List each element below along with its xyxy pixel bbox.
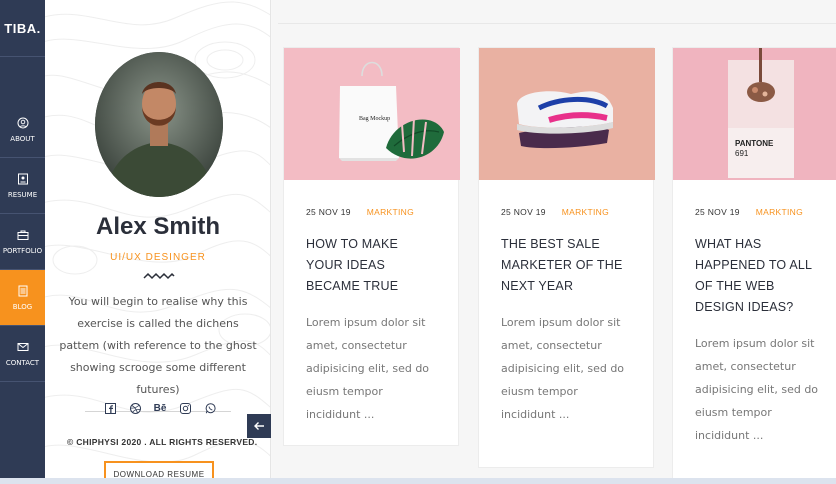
blog-card-image[interactable] (479, 48, 655, 180)
blog-main: Bag Mockup 25 NOV 19 MARKTING HOW TO MAK… (272, 0, 836, 484)
avatar (95, 52, 223, 197)
blog-card-image[interactable]: PANTONE 691 (673, 48, 836, 180)
post-excerpt: Lorem ipsum dolor sit amet, consectetur … (501, 316, 625, 421)
nav-item-about[interactable]: ABOUT (0, 102, 45, 158)
facebook-icon[interactable] (103, 401, 117, 415)
post-date: 25 NOV 19 (306, 207, 351, 217)
page: TIBA. ABOUT RESUME PORTFOLIO BLOG CONTAC… (0, 0, 836, 484)
post-title[interactable]: WHAT HAS HAPPENED TO ALL OF THE WEB DESI… (695, 234, 825, 318)
nav-item-blog[interactable]: BLOG (0, 270, 45, 326)
zigzag-divider (143, 272, 175, 280)
document-icon (18, 285, 27, 296)
post-category[interactable]: MARKTING (562, 207, 609, 217)
profile-bio: You will begin to realise why this exerc… (59, 295, 257, 396)
nav-label-resume: RESUME (7, 190, 38, 199)
post-title[interactable]: HOW TO MAKE YOUR IDEAS BECAME TRUE (306, 234, 436, 297)
nav-label-portfolio: PORTFOLIO (2, 246, 43, 255)
nav-label-contact: CONTACT (5, 358, 40, 367)
post-excerpt: Lorem ipsum dolor sit amet, consectetur … (306, 316, 430, 421)
post-category[interactable]: MARKTING (367, 207, 414, 217)
instagram-icon[interactable] (178, 401, 192, 415)
whatsapp-icon[interactable] (203, 401, 217, 415)
arrow-left-icon (254, 422, 264, 430)
dribbble-icon[interactable] (128, 401, 142, 415)
brand-logo[interactable]: TIBA. (0, 0, 45, 57)
copyright-text: © CHIPHYSI 2020 . ALL RIGHTS RESERVED. (67, 437, 258, 447)
nav-item-contact[interactable]: CONTACT (0, 326, 45, 382)
post-title[interactable]: THE BEST SALE MARKETER OF THE NEXT YEAR (501, 234, 631, 297)
nav-item-portfolio[interactable]: PORTFOLIO (0, 214, 45, 270)
profile-role: UI/UX DESINGER (110, 252, 206, 263)
social-links: Bē (103, 401, 217, 415)
post-excerpt: Lorem ipsum dolor sit amet, consectetur … (695, 337, 819, 442)
blog-card-image[interactable]: Bag Mockup (284, 48, 460, 180)
behance-icon[interactable]: Bē (153, 401, 167, 415)
post-category[interactable]: MARKTING (756, 207, 803, 217)
nav-item-resume[interactable]: RESUME (0, 158, 45, 214)
page-bottom-strip (0, 478, 836, 484)
profile-name: Alex Smith (95, 213, 221, 240)
top-divider (278, 23, 836, 24)
collapse-panel-button[interactable] (247, 414, 271, 438)
bag-mockup-text: Bag Mockup (359, 116, 390, 122)
nav-label-about: ABOUT (10, 134, 35, 143)
post-date: 25 NOV 19 (695, 207, 740, 217)
envelope-icon (17, 342, 28, 351)
blog-card[interactable]: 25 NOV 19 MARKTING THE BEST SALE MARKETE… (478, 47, 655, 468)
blog-card[interactable]: PANTONE 691 25 NOV 19 MARKTING WHAT HAS … (672, 47, 836, 484)
pantone-label-text: PANTONE (735, 139, 774, 148)
blog-card[interactable]: Bag Mockup 25 NOV 19 MARKTING HOW TO MAK… (283, 47, 460, 446)
profile-panel: Alex Smith UI/UX DESINGER You will begin… (45, 0, 271, 484)
user-icon (17, 117, 28, 128)
nav-label-blog: BLOG (12, 302, 33, 311)
briefcase-icon (17, 230, 28, 240)
pantone-number-text: 691 (735, 149, 749, 158)
id-card-icon (17, 173, 28, 184)
post-date: 25 NOV 19 (501, 207, 546, 217)
side-nav: TIBA. ABOUT RESUME PORTFOLIO BLOG CONTAC… (0, 0, 45, 484)
